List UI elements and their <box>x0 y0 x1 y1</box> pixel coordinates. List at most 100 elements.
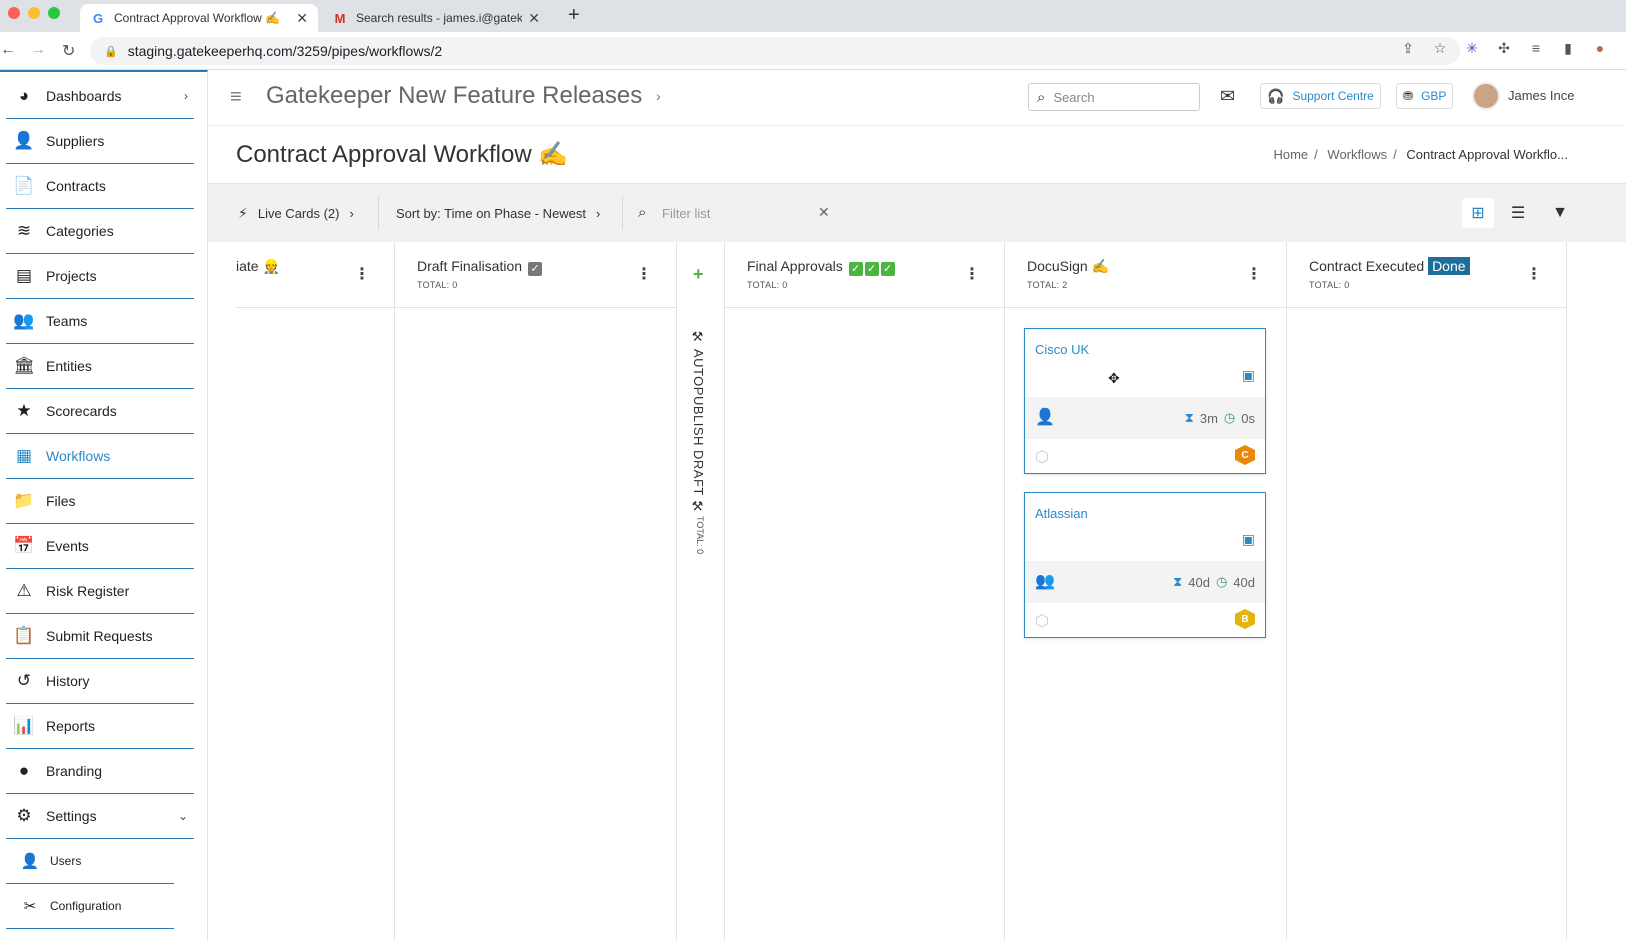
back-icon[interactable]: ← <box>0 41 16 59</box>
sidebar-item-suppliers[interactable]: 👤 Suppliers <box>6 119 194 164</box>
avatar[interactable] <box>1472 82 1500 110</box>
board-column: Final Approvals ✓ ✓ ✓ TOTAL: 0 ⋮ <box>724 242 1004 940</box>
sidebar-item-files[interactable]: 📁 Files <box>6 479 194 524</box>
kanban-board: iate 👷 ⋮ Draft Finalisation ✓ TOTAL: 0 ⋮… <box>236 242 1626 940</box>
app-header: ≡ Gatekeeper New Feature Releases › ⌕ Se… <box>208 70 1626 126</box>
search-input[interactable]: ⌕ Search <box>1028 83 1200 111</box>
add-column-button[interactable]: + <box>693 264 704 285</box>
sidebar-item-contracts[interactable]: 📄 Contracts <box>6 164 194 209</box>
card-supplier-name[interactable]: Cisco UK <box>1035 342 1089 357</box>
forward-icon[interactable]: → <box>30 41 46 59</box>
breadcrumb-workflows[interactable]: Workflows <box>1327 147 1387 162</box>
browser-tab-gmail[interactable]: M Search results - james.i@gatek ✕ <box>322 4 550 32</box>
maximize-window-button[interactable] <box>48 7 60 19</box>
minimize-window-button[interactable] <box>28 7 40 19</box>
list-view-button[interactable]: ☰ <box>1502 198 1534 228</box>
contracts-icon: 📄 <box>13 176 35 195</box>
chevron-right-icon: › <box>184 89 188 103</box>
sidebar-subitem-configuration[interactable]: ✂ Configuration <box>6 884 174 929</box>
chevron-right-icon: › <box>596 205 601 221</box>
browser-tab-active[interactable]: G Contract Approval Workflow ✍️ ✕ <box>80 4 318 32</box>
document-icon[interactable]: ▣ <box>1242 531 1255 548</box>
share-icon[interactable]: ⇪ <box>1400 40 1416 57</box>
entities-icon: 🏛 <box>13 356 35 375</box>
sidebar-item-categories[interactable]: ≋ Categories <box>6 209 194 254</box>
grid-view-button[interactable]: ⊞ <box>1462 198 1494 228</box>
kebab-menu-icon[interactable]: ⋮ <box>1526 264 1542 284</box>
sidebar-item-label: Reports <box>46 718 96 734</box>
user-name[interactable]: James Ince <box>1508 88 1574 103</box>
sidebar-item-label: Files <box>46 493 76 509</box>
breadcrumb-current: Contract Approval Workflo... <box>1406 147 1568 162</box>
kebab-menu-icon[interactable]: ⋮ <box>1246 264 1262 284</box>
sidebar-item-submit-requests[interactable]: 📋 Submit Requests <box>6 614 194 659</box>
check-icon: ✓ <box>880 262 895 276</box>
url-field[interactable]: 🔒 staging.gatekeeperhq.com/3259/pipes/wo… <box>90 37 1460 65</box>
sidebar-item-branding[interactable]: ● Branding <box>6 749 194 794</box>
close-window-button[interactable] <box>8 7 20 19</box>
column-title: iate 👷 <box>236 258 280 274</box>
breadcrumb-home[interactable]: Home <box>1273 147 1308 162</box>
live-cards-label: Live Cards (2) <box>257 205 340 221</box>
sidebar-item-teams[interactable]: 👥 Teams <box>6 299 194 344</box>
mail-icon[interactable]: ✉ <box>1220 86 1235 107</box>
card-supplier-name[interactable]: Atlassian <box>1035 506 1088 521</box>
sidebar-item-entities[interactable]: 🏛 Entities <box>6 344 194 389</box>
column-title: Contract Executed Done <box>1309 257 1470 275</box>
document-icon[interactable]: ▣ <box>1242 367 1255 384</box>
playlist-icon[interactable]: ≡ <box>1528 40 1544 57</box>
sort-dropdown[interactable]: Sort by: Time on Phase - Newest › <box>396 184 600 242</box>
sidebar-item-projects[interactable]: ▤ Projects <box>6 254 194 299</box>
support-label: Support Centre <box>1292 89 1374 103</box>
extension-badge-icon[interactable]: ✳ <box>1464 40 1480 57</box>
new-tab-button[interactable]: + <box>568 4 580 27</box>
reload-icon[interactable]: ↻ <box>62 41 75 61</box>
live-cards-dropdown[interactable]: ⚡ Live Cards (2) › <box>238 184 354 242</box>
hamburger-icon[interactable]: ≡ <box>230 86 242 109</box>
clear-filter-icon[interactable]: ✕ <box>818 204 830 221</box>
sidepanel-icon[interactable]: ▮ <box>1560 40 1576 57</box>
app-title[interactable]: Gatekeeper New Feature Releases <box>266 82 642 110</box>
search-icon: ⌕ <box>638 204 647 221</box>
close-icon[interactable]: ✕ <box>528 10 540 27</box>
google-icon: G <box>92 10 104 26</box>
workflow-card[interactable]: Cisco UK ▣ 👤 ⧗ 3m ◷ 0s ⬡ C <box>1024 328 1266 474</box>
coins-icon: ⛃ <box>1403 89 1414 103</box>
sidebar-item-risk-register[interactable]: ⚠ Risk Register <box>6 569 194 614</box>
collapsed-column-title: ⚒ AUTOPUBLISH DRAFT ⚒ <box>691 330 706 516</box>
sidebar-item-label: Entities <box>46 358 92 374</box>
move-cursor-icon: ✥ <box>1108 370 1120 386</box>
sidebar-item-workflows[interactable]: ▦ Workflows <box>6 434 194 479</box>
close-icon[interactable]: ✕ <box>296 10 308 27</box>
star-icon[interactable]: ☆ <box>1432 40 1448 57</box>
support-centre-button[interactable]: 🎧 Support Centre <box>1260 83 1381 109</box>
sidebar-item-history[interactable]: ↺ History <box>6 659 194 704</box>
sidebar-item-events[interactable]: 📅 Events <box>6 524 194 569</box>
chevron-right-icon: › <box>656 88 661 104</box>
collapsed-column[interactable]: + ⚒ AUTOPUBLISH DRAFT ⚒ TOTAL: 0 <box>676 242 724 940</box>
gmail-icon: M <box>334 10 346 26</box>
column-total: TOTAL: 0 <box>417 280 458 290</box>
filter-input[interactable]: Filter list <box>662 206 710 221</box>
sidebar-item-reports[interactable]: 📊 Reports <box>6 704 194 749</box>
workflow-card[interactable]: Atlassian ▣ 👥 ⧗ 40d ◷ 40d ⬡ B <box>1024 492 1266 638</box>
puzzle-icon[interactable]: ✣ <box>1496 40 1512 57</box>
page-title: Contract Approval Workflow ✍️ <box>236 141 569 168</box>
sidebar-item-settings[interactable]: ⚙ Settings ⌄ <box>6 794 194 839</box>
filter-button[interactable]: ▼ <box>1544 198 1576 228</box>
files-icon: 📁 <box>13 491 35 510</box>
time-on-phase: 3m <box>1199 410 1218 426</box>
kebab-menu-icon[interactable]: ⋮ <box>636 264 652 284</box>
check-icon: ✓ <box>848 262 863 276</box>
done-badge: Done <box>1428 257 1470 275</box>
history-icon: ↺ <box>16 671 32 690</box>
sidebar-item-dashboards[interactable]: ◕ Dashboards › <box>6 74 194 119</box>
sidebar-item-label: Projects <box>46 268 97 284</box>
currency-button[interactable]: ⛃ GBP <box>1396 83 1454 109</box>
sidebar-item-scorecards[interactable]: ★ Scorecards <box>6 389 194 434</box>
kebab-menu-icon[interactable]: ⋮ <box>354 264 370 284</box>
sidebar-subitem-users[interactable]: 👤 Users <box>6 839 174 884</box>
sidebar-item-label: Workflows <box>46 448 111 464</box>
kebab-menu-icon[interactable]: ⋮ <box>964 264 980 284</box>
profile-icon[interactable]: ● <box>1592 40 1608 57</box>
